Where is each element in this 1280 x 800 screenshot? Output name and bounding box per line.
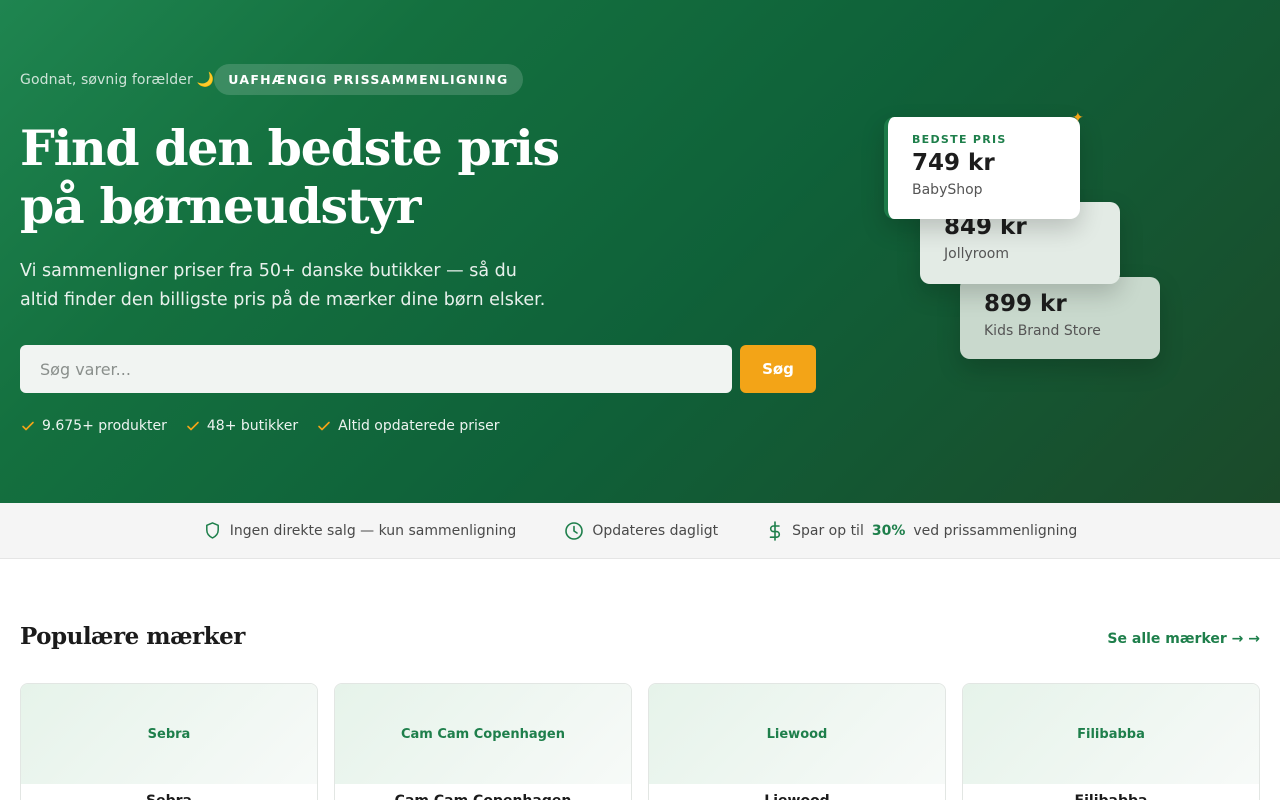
hero-content: Godnat, søvnig forælder 🌙 UAFHÆNGIG PRIS…: [20, 64, 820, 434]
brand-card[interactable]: Cam Cam Copenhagen Cam Cam Copenhagen: [334, 683, 632, 800]
moon-icon: 🌙: [196, 71, 215, 88]
brand-logo: Filibabba: [963, 684, 1259, 784]
brands-header: Populære mærker Se alle mærker → →: [20, 559, 1260, 683]
trust-label: Ingen direkte salg — kun sammenligning: [229, 522, 517, 539]
trust-savings: Spar op til 30% ved prissammenligning: [766, 520, 1078, 541]
brand-name: Cam Cam Copenhagen: [335, 784, 631, 800]
search-button[interactable]: Søg: [740, 345, 816, 393]
brand-logo: Cam Cam Copenhagen: [335, 684, 631, 784]
brand-card[interactable]: Liewood Liewood: [648, 683, 946, 800]
hero-title: Find den bedste pris på børneudstyr: [20, 119, 560, 235]
search-bar: Søg: [20, 345, 816, 393]
store-name: BabyShop: [912, 182, 983, 198]
store-name: Jollyroom: [944, 246, 1009, 262]
price-value: 749 kr: [912, 150, 995, 176]
hero-subtitle: Vi sammenligner priser fra 50+ danske bu…: [20, 261, 546, 310]
trust-label: Spar op til: [792, 522, 864, 539]
brand-logo: Liewood: [649, 684, 945, 784]
brand-grid: Sebra Sebra Cam Cam Copenhagen Cam Cam C…: [20, 683, 1260, 800]
greeting-row: Godnat, søvnig forælder 🌙 UAFHÆNGIG PRIS…: [20, 64, 820, 95]
brands-section: Populære mærker Se alle mærker → → Sebra…: [0, 559, 1280, 800]
see-all-brands-link[interactable]: Se alle mærker → →: [1107, 631, 1260, 647]
trust-updated: Opdateres dagligt: [564, 521, 718, 541]
search-input[interactable]: [20, 345, 732, 393]
greeting-text: Godnat, søvnig forælder: [20, 71, 193, 88]
clock-icon: [565, 521, 584, 540]
sparkle-icon: ✦: [1072, 110, 1084, 126]
hero-section: Godnat, søvnig forælder 🌙 UAFHÆNGIG PRIS…: [0, 0, 1280, 503]
check-label: Altid opdaterede priser: [338, 418, 500, 434]
shield-icon: [205, 522, 219, 539]
price-card-3: 899 kr Kids Brand Store: [960, 277, 1160, 359]
best-price-label: BEDSTE PRIS: [912, 133, 1007, 146]
best-price-card: BEDSTE PRIS 749 kr BabyShop: [884, 117, 1080, 219]
brand-logo: Sebra: [21, 684, 317, 784]
price-value: 899 kr: [984, 291, 1067, 317]
brand-name: Sebra: [21, 784, 317, 800]
trust-no-sales: Ingen direkte salg — kun sammenligning: [203, 521, 517, 540]
hero-checklist: 9.675+ produkter 48+ butikker Altid opda…: [20, 418, 500, 434]
brand-card[interactable]: Filibabba Filibabba: [962, 683, 1260, 800]
store-name: Kids Brand Store: [984, 323, 1101, 339]
check-label: 9.675+ produkter: [42, 418, 167, 434]
check-icon: [318, 421, 330, 431]
check-icon: [187, 421, 199, 431]
brand-name: Filibabba: [963, 784, 1259, 800]
section-title: Populære mærker: [20, 623, 245, 650]
trust-bar: Ingen direkte salg — kun sammenligning O…: [0, 503, 1280, 559]
check-icon: [22, 421, 34, 431]
brand-card[interactable]: Sebra Sebra: [20, 683, 318, 800]
price-cards: 899 kr Kids Brand Store 849 kr Jollyroom…: [880, 110, 1180, 370]
check-item: 48+ butikker: [185, 418, 298, 434]
trust-label: Opdateres dagligt: [592, 522, 719, 539]
check-label: 48+ butikker: [206, 418, 299, 434]
check-item: 9.675+ produkter: [20, 418, 167, 434]
brand-name: Liewood: [649, 784, 945, 800]
trust-label: ved prissammenligning: [913, 522, 1078, 539]
savings-percent: 30%: [871, 522, 906, 539]
dollar-icon: [769, 520, 781, 541]
hero-badge: UAFHÆNGIG PRISSAMMENLIGNING: [214, 64, 523, 95]
check-item: Altid opdaterede priser: [316, 418, 500, 434]
